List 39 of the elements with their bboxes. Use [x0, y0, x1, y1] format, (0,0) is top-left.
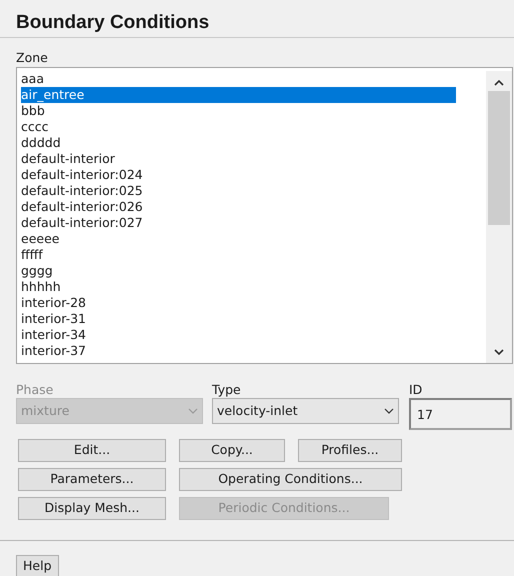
zone-label: Zone [16, 50, 49, 65]
zone-list-item[interactable]: ddddd [21, 135, 456, 151]
help-button[interactable]: Help [16, 554, 58, 576]
zone-list-item[interactable]: hhhhh [21, 279, 456, 295]
panel-title: Boundary Conditions [16, 12, 210, 34]
zone-list-item[interactable]: default-interior:025 [21, 183, 456, 199]
phase-label: Phase [16, 382, 54, 397]
zone-list-item[interactable]: default-interior:027 [21, 215, 456, 231]
zone-list-item[interactable]: cccc [21, 119, 456, 135]
scrollbar[interactable] [486, 71, 512, 363]
dialog-button[interactable]: Profiles... [298, 439, 402, 462]
zone-list-item[interactable]: fffff [21, 247, 456, 263]
dialog-button[interactable]: Parameters... [18, 468, 166, 491]
dropdown-caret-icon [188, 408, 198, 414]
zone-list-item[interactable]: default-interior:024 [21, 167, 456, 183]
zone-list-item[interactable]: air_entree [21, 87, 456, 103]
scroll-down-icon[interactable] [494, 349, 504, 356]
zone-list[interactable] [16, 67, 513, 364]
zone-list-item[interactable]: gggg [21, 263, 456, 279]
zone-list-item[interactable]: default-interior:026 [21, 199, 456, 215]
zone-list-item[interactable]: aaa [21, 71, 456, 87]
dialog-button[interactable]: Display Mesh... [18, 497, 166, 520]
scroll-up-icon[interactable] [494, 79, 504, 86]
zone-list-item[interactable]: default-interior [21, 151, 456, 167]
id-label: ID [409, 382, 424, 397]
zone-list-item[interactable]: interior-37 [21, 343, 456, 359]
dialog-button[interactable]: Operating Conditions... [179, 468, 402, 491]
zone-list-item[interactable]: interior-28 [21, 295, 456, 311]
type-label: Type [212, 382, 242, 397]
dialog-button[interactable]: Copy... [179, 439, 285, 462]
type-dropdown[interactable]: velocity-inlet [212, 398, 399, 424]
zone-list-item[interactable]: eeeee [21, 231, 456, 247]
dialog-button[interactable]: Edit... [18, 439, 166, 462]
scroll-thumb[interactable] [488, 91, 510, 225]
dropdown-caret-icon [384, 408, 394, 414]
zone-list-item[interactable]: bbb [21, 103, 456, 119]
zone-list-item[interactable]: interior-31 [21, 311, 456, 327]
id-field[interactable]: 17 [409, 398, 512, 430]
zone-list-item[interactable]: interior-34 [21, 327, 456, 343]
